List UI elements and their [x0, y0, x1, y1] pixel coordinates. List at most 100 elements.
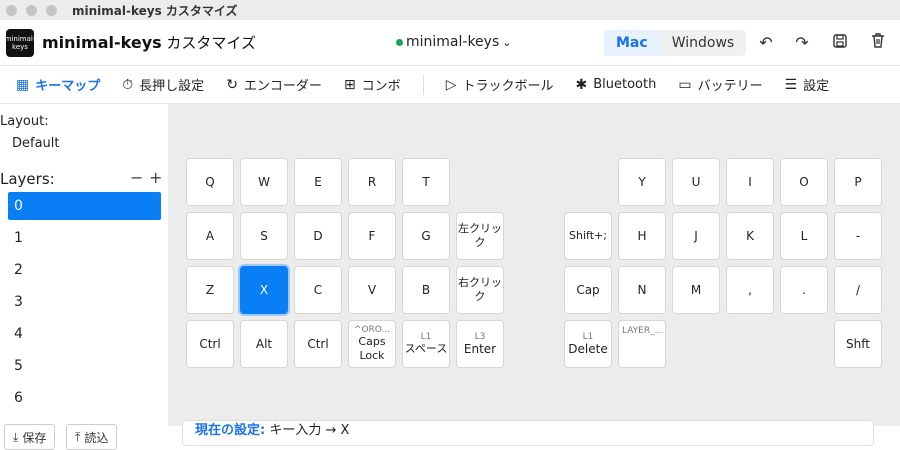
- key-label: .: [802, 283, 806, 297]
- zoom-window-button[interactable]: [46, 4, 57, 16]
- key-d[interactable]: D: [294, 212, 342, 260]
- tab-hold-settings[interactable]: ⏱ 長押し設定: [122, 75, 204, 95]
- undo-icon[interactable]: ↶: [756, 33, 776, 53]
- key-s[interactable]: S: [240, 212, 288, 260]
- key-h[interactable]: H: [618, 212, 666, 260]
- key-alt[interactable]: Alt: [240, 320, 288, 368]
- save-icon[interactable]: [830, 33, 850, 53]
- feature-toolbar: ▦ キーマップ ⏱ 長押し設定 ↻ エンコーダー ⊞ コンボ ▷ トラックボール ✱ Blu…: [0, 66, 900, 104]
- layer-item[interactable]: 2: [8, 256, 161, 284]
- key-shift-right[interactable]: Shft: [834, 320, 882, 368]
- key-right-click[interactable]: 右クリック: [456, 266, 504, 314]
- key-p[interactable]: P: [834, 158, 882, 206]
- key-caps-lock[interactable]: ^ORO... Caps Lock: [348, 320, 396, 368]
- key-n[interactable]: N: [618, 266, 666, 314]
- key-ctrl-left[interactable]: Ctrl: [186, 320, 234, 368]
- load-label: 読込: [84, 430, 109, 445]
- key-label: /: [855, 283, 861, 297]
- key-v[interactable]: V: [348, 266, 396, 314]
- add-layer-button[interactable]: +: [149, 168, 162, 187]
- combo-icon: ⊞: [343, 76, 356, 93]
- key-k[interactable]: K: [726, 212, 774, 260]
- key-l[interactable]: L: [780, 212, 828, 260]
- key-label: E: [314, 175, 322, 189]
- tab-battery[interactable]: ▭ バッテリー: [678, 75, 762, 95]
- close-window-button[interactable]: [6, 4, 17, 16]
- layer-item[interactable]: 5: [8, 352, 161, 380]
- tab-label: エンコーダー: [243, 79, 322, 94]
- layers-label: Layers:: [0, 170, 55, 188]
- layer-item[interactable]: 0: [8, 192, 161, 220]
- save-label: 保存: [22, 430, 47, 445]
- key-j[interactable]: J: [672, 212, 720, 260]
- key-u[interactable]: U: [672, 158, 720, 206]
- key-layer[interactable]: LAYER_...: [618, 320, 666, 368]
- remove-layer-button[interactable]: −: [130, 168, 143, 187]
- save-button[interactable]: ⤓ 保存: [4, 424, 56, 450]
- tab-settings[interactable]: ☰ 設定: [785, 75, 830, 95]
- key-label: Y: [638, 175, 646, 189]
- trash-icon[interactable]: [868, 33, 888, 53]
- upload-icon: ⤒: [75, 429, 81, 444]
- key-z[interactable]: Z: [186, 266, 234, 314]
- redo-icon[interactable]: ↷: [792, 33, 812, 53]
- layer-item[interactable]: 4: [8, 320, 161, 348]
- key-shift-semicolon[interactable]: Shift+;: [564, 212, 612, 260]
- key-left-click[interactable]: 左クリック: [456, 212, 504, 260]
- key-minus[interactable]: -: [834, 212, 882, 260]
- key-layer-label: L1: [420, 332, 432, 342]
- app-name-sub: カスタマイズ: [161, 34, 256, 52]
- app-name: minimal-keys: [42, 33, 162, 52]
- tab-label: 設定: [803, 79, 830, 94]
- key-a[interactable]: A: [186, 212, 234, 260]
- tab-keymap[interactable]: ▦ キーマップ: [16, 75, 100, 95]
- key-q[interactable]: Q: [186, 158, 234, 206]
- key-label: R: [367, 175, 377, 189]
- tab-encoder[interactable]: ↻ エンコーダー: [226, 75, 322, 95]
- key-label: Alt: [255, 337, 273, 351]
- key-label: M: [690, 283, 702, 297]
- key-r[interactable]: R: [348, 158, 396, 206]
- key-ctrl[interactable]: Ctrl: [294, 320, 342, 368]
- key-w[interactable]: W: [240, 158, 288, 206]
- layer-item[interactable]: 1: [8, 224, 161, 252]
- key-label: Caps Lock: [358, 335, 386, 362]
- bluetooth-icon: ✱: [575, 76, 588, 93]
- key-comma[interactable]: ,: [726, 266, 774, 314]
- os-mac-button[interactable]: Mac: [604, 30, 660, 56]
- key-label: K: [746, 229, 754, 243]
- key-period[interactable]: .: [780, 266, 828, 314]
- key-o[interactable]: O: [780, 158, 828, 206]
- key-t[interactable]: T: [402, 158, 450, 206]
- key-enter[interactable]: L3 Enter: [456, 320, 504, 368]
- key-m[interactable]: M: [672, 266, 720, 314]
- key-x[interactable]: X: [240, 266, 288, 314]
- tab-label: Bluetooth: [593, 77, 657, 92]
- tab-combo[interactable]: ⊞ コンボ: [343, 75, 401, 95]
- key-i[interactable]: I: [726, 158, 774, 206]
- key-slash[interactable]: /: [834, 266, 882, 314]
- key-f[interactable]: F: [348, 212, 396, 260]
- toolbar-divider: [422, 74, 424, 95]
- tab-bluetooth[interactable]: ✱ Bluetooth: [575, 77, 656, 93]
- keyboard-selector[interactable]: minimal-keys ⌄: [396, 34, 511, 50]
- key-cap[interactable]: Cap: [564, 266, 612, 314]
- key-c[interactable]: C: [294, 266, 342, 314]
- key-delete[interactable]: L1 Delete: [564, 320, 612, 368]
- os-windows-button[interactable]: Windows: [660, 30, 747, 56]
- sidebar: Layout: Default Layers: − + 0 1 2 3 4 5 …: [0, 104, 168, 450]
- key-layer-label: L1: [582, 332, 594, 342]
- key-label: Shift+;: [569, 229, 607, 242]
- tab-trackball[interactable]: ▷ トラックボール: [446, 75, 554, 95]
- key-label: 左クリック: [458, 222, 502, 249]
- key-b[interactable]: B: [402, 266, 450, 314]
- key-g[interactable]: G: [402, 212, 450, 260]
- key-space[interactable]: L1 スペース: [402, 320, 450, 368]
- minimize-window-button[interactable]: [26, 4, 37, 16]
- layer-item[interactable]: 3: [8, 288, 161, 316]
- layer-item[interactable]: 6: [8, 384, 161, 412]
- load-button[interactable]: ⤒ 読込: [66, 424, 118, 450]
- key-e[interactable]: E: [294, 158, 342, 206]
- key-y[interactable]: Y: [618, 158, 666, 206]
- layout-value[interactable]: Default: [12, 136, 60, 151]
